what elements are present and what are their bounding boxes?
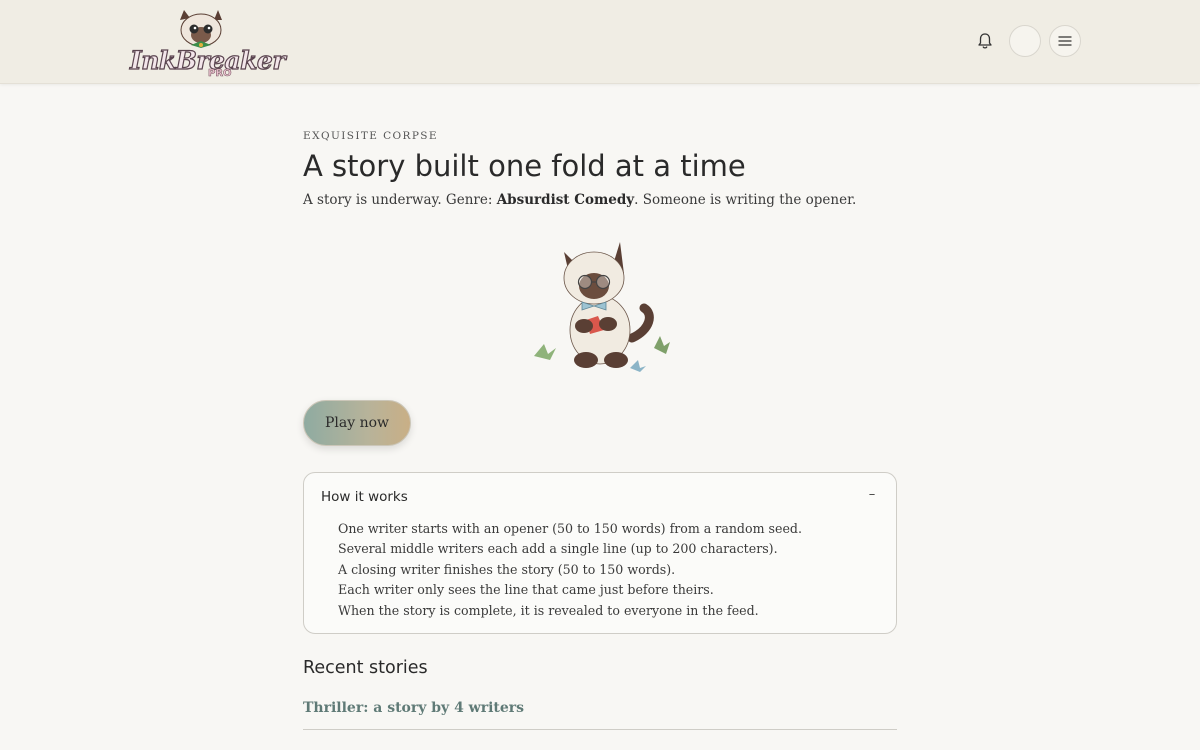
divider — [303, 729, 897, 730]
page-eyebrow: EXQUISITE CORPSE — [303, 130, 438, 142]
step-item: Several middle writers each add a single… — [338, 541, 778, 557]
how-it-works-title[interactable]: How it works — [321, 489, 408, 505]
story-status: A story is underway. Genre: Absurdist Co… — [303, 192, 856, 208]
collapse-toggle-icon[interactable]: – — [864, 487, 880, 505]
hamburger-menu-icon — [1058, 36, 1072, 46]
logo-pro-badge: PRO — [208, 68, 232, 80]
inkbreaker-logo[interactable]: InkBreaker PRO — [128, 8, 286, 80]
how-it-works-steps: One writer starts with an opener (50 to … — [338, 519, 802, 621]
how-it-works-panel: How it works – One writer starts with an… — [303, 472, 897, 634]
status-suffix: . Someone is writing the opener. — [634, 192, 857, 208]
page-title: A story built one fold at a time — [303, 149, 746, 183]
play-now-button[interactable]: Play now — [303, 400, 411, 446]
cat-origami-illustration — [528, 238, 674, 374]
story-link[interactable]: Thriller: a story by 4 writers — [303, 700, 524, 716]
step-item: A closing writer finishes the story (50 … — [338, 561, 676, 577]
top-header: InkBreaker PRO — [0, 0, 1200, 84]
recent-stories-heading: Recent stories — [303, 658, 428, 678]
step-item: One writer starts with an opener (50 to … — [338, 521, 802, 536]
menu-button[interactable] — [1049, 25, 1081, 57]
step-item: Each writer only sees the line that came… — [338, 582, 714, 598]
genre-label: Absurdist Comedy — [496, 192, 635, 208]
bell-icon[interactable] — [975, 31, 995, 51]
avatar-button[interactable] — [1009, 25, 1041, 57]
status-prefix: A story is underway. Genre: — [303, 192, 497, 208]
step-item: When the story is complete, it is reveal… — [338, 602, 759, 618]
